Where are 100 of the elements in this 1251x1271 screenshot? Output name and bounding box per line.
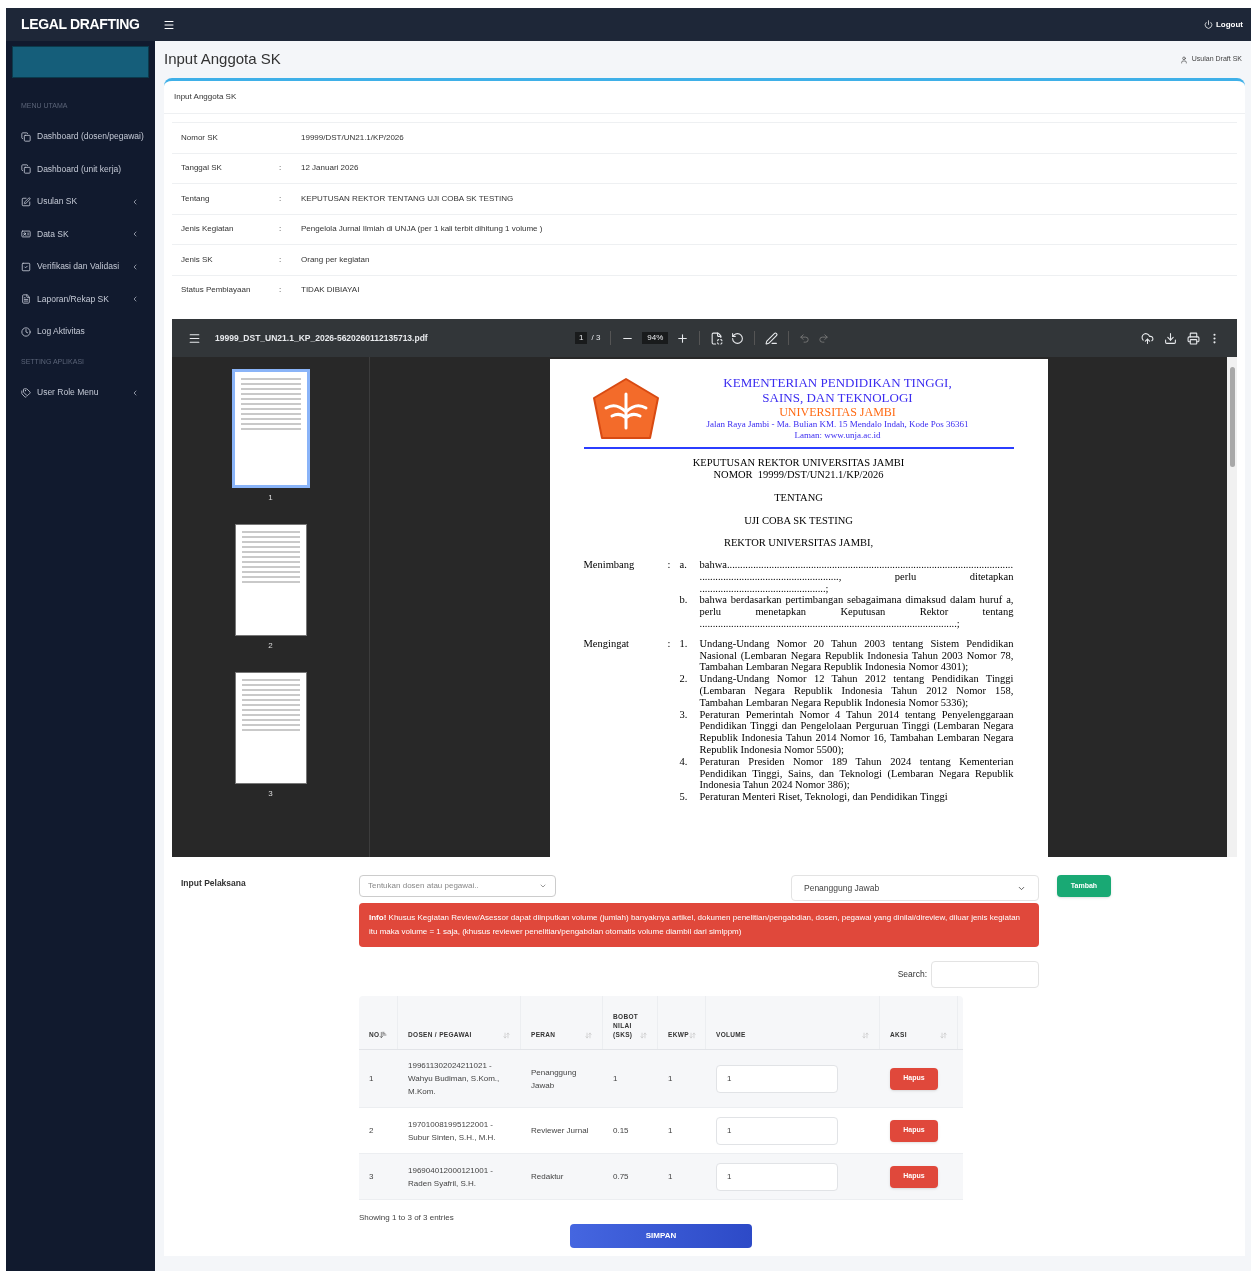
letterhead-title: KEMENTERIAN PENDIDIKAN TINGGI, bbox=[723, 375, 952, 390]
info-separator: : bbox=[279, 192, 283, 205]
clause-text: bahwa berdasarkan pertimbangan sebagaimana dimaksud dalam huruf a, perlu menetapkan Keputusan Rektor tentang ..................................................................................................; bbox=[699, 594, 1014, 630]
sidebar-item[interactable]: Laporan/Rekap SK bbox=[6, 283, 155, 316]
table-cell-text: 0.15 bbox=[612, 1124, 630, 1137]
sidebar-item[interactable]: Data SK bbox=[6, 218, 155, 251]
clause-text: Peraturan Pemerintah Nomor 4 Tahun 2014 tentang Penyelenggaraan Pendidikan Tinggi dan Pengelolaan Perguruan Tinggi (Lembaran Negara Republik Indonesia Tahun 2014 Nomor 16, Tambahan Lembaran Negara Republik Indonesia Nomor 5500); bbox=[699, 708, 1014, 756]
info-value: 12 Januari 2026 bbox=[301, 162, 359, 175]
clause-separator: : bbox=[667, 559, 672, 572]
letterhead-website: Laman: www.unja.ac.id bbox=[794, 430, 881, 441]
clause-label: Menimbang bbox=[583, 559, 636, 572]
sidebar-item[interactable]: Log Aktivitas bbox=[6, 315, 155, 348]
info-value: TIDAK DIBIAYAI bbox=[301, 284, 360, 297]
clause-text: Undang-Undang Nomor 20 Tahun 2003 tentang Sistem Pendidikan Nasional (Lembaran Negara Republik Indonesia Tahun 2003 Nomor 78, Tambahan Lembaran Negara Republik Indonesia Nomor 4301); bbox=[699, 637, 1014, 674]
page-thumbnail[interactable] bbox=[234, 672, 307, 784]
clause-text: Undang-Undang Nomor 12 Tahun 2012 tentang Pendidikan Tinggi (Lembaran Negara Republik Indonesia Tahun 2012 Nomor 158, Tambahan Lembaran Negara Republik Indonesia Nomor 5336); bbox=[699, 673, 1014, 709]
clause-label: Mengingat bbox=[583, 637, 630, 651]
page-number-field[interactable]: 1 bbox=[575, 332, 588, 344]
letterhead-address: Jalan Raya Jambi - Ma. Bulian KM. 15 Mendalo Indah, Kode Pos 36361 bbox=[706, 419, 969, 430]
volume-field[interactable]: 1 bbox=[716, 1162, 838, 1191]
info-label: Tentang bbox=[180, 192, 211, 205]
info-value: Orang per kegiatan bbox=[301, 253, 370, 266]
clause-separator: : bbox=[667, 637, 672, 651]
clause-marker: b. bbox=[679, 594, 689, 608]
sidebar-item[interactable]: Dashboard (unit kerja) bbox=[6, 153, 155, 186]
scrollbar[interactable] bbox=[1227, 357, 1237, 857]
zoom-field[interactable]: 94% bbox=[642, 332, 669, 344]
table-cell-text: 1 bbox=[667, 1072, 674, 1085]
table-cell-text: Penanggung Jawab bbox=[530, 1066, 578, 1092]
person-select[interactable]: Tentukan dosen atau pegawai.. bbox=[359, 875, 556, 897]
card-title: Input Anggota SK bbox=[174, 91, 237, 103]
dropdown-icon bbox=[539, 882, 547, 890]
zoom-in-icon[interactable] bbox=[676, 331, 690, 345]
clause-text: bahwa.................................................................................................................................................................., perlu ditetapkan ................................................; bbox=[699, 559, 1014, 595]
table-cell-text: 2 bbox=[368, 1124, 375, 1137]
sort-ascending-icon[interactable] bbox=[379, 1031, 388, 1039]
info-value: 19999/DST/UN21.1/KP/2026 bbox=[301, 131, 404, 144]
clause-marker: 5. bbox=[679, 791, 689, 803]
table-cell-text: 0.75 bbox=[612, 1170, 630, 1183]
fit-page-icon[interactable] bbox=[710, 331, 724, 345]
table-cell-text: 1 bbox=[612, 1072, 619, 1085]
table-footer-info: Showing 1 to 3 of 3 entries bbox=[359, 1212, 455, 1224]
clause-marker: 1. bbox=[679, 637, 689, 651]
page-thumbnail[interactable] bbox=[231, 369, 310, 488]
search-label: Search: bbox=[897, 968, 927, 981]
info-label: Jenis SK bbox=[180, 253, 214, 266]
info-label: Jenis Kegiatan bbox=[180, 223, 235, 236]
table-cell-text: 196904012000121001 - Raden Syafril, S.H. bbox=[407, 1164, 494, 1190]
page-title: Input Anggota SK bbox=[164, 49, 281, 70]
thumbnail-number: 2 bbox=[268, 640, 273, 652]
section-label: Input Pelaksana bbox=[181, 877, 247, 890]
brand-title: LEGAL DRAFTING bbox=[21, 15, 140, 34]
download-icon[interactable] bbox=[1164, 331, 1177, 345]
letterhead-title: SAINS, DAN TEKNOLOGI bbox=[762, 390, 913, 405]
table-cell-text: Reviewer Jurnal bbox=[530, 1125, 590, 1137]
clause-marker: 4. bbox=[679, 755, 689, 769]
table-cell-text: Redaktur bbox=[530, 1171, 565, 1183]
logout-link[interactable]: Logout bbox=[1203, 18, 1243, 31]
clause-marker: 2. bbox=[679, 673, 689, 687]
clause-marker: 3. bbox=[679, 708, 689, 722]
search-field[interactable] bbox=[931, 961, 1039, 988]
role-select[interactable]: Penanggung Jawab bbox=[791, 875, 1039, 901]
sidebar-item[interactable]: Verifikasi dan Validasi bbox=[6, 250, 155, 283]
info-label: Nomor SK bbox=[180, 131, 219, 144]
cloud-upload-icon[interactable] bbox=[1141, 331, 1154, 345]
page-count: / 3 bbox=[591, 332, 601, 344]
decree-title: NOMOR 19999/DST/UN21.1/KP/2026 bbox=[713, 469, 884, 481]
page-thumbnail[interactable] bbox=[234, 524, 307, 636]
rotate-icon[interactable] bbox=[731, 331, 745, 345]
clause-text: Peraturan Presiden Nomor 189 Tahun 2024 tentang Kementerian Pendidikan Tinggi, Sains, dan Teknologi (Lembaran Negara Republik Indonesia Tahun 2024 Nomor 386); bbox=[699, 755, 1014, 792]
sidebar-item[interactable]: User Role Menu bbox=[6, 376, 155, 409]
thumbnail-number: 1 bbox=[268, 492, 273, 504]
sidebar-item[interactable]: Usulan SK bbox=[6, 185, 155, 218]
decree-authority: REKTOR UNIVERSITAS JAMBI, bbox=[723, 537, 874, 549]
info-label: Tanggal SK bbox=[180, 162, 223, 175]
volume-field[interactable]: 1 bbox=[716, 1064, 838, 1093]
thumbnail-number: 3 bbox=[268, 788, 273, 800]
info-separator: : bbox=[279, 253, 283, 266]
decree-heading: TENTANG bbox=[774, 492, 823, 504]
info-alert: Info! Khusus Kegiatan Review/Asessor dapat diinputkan volume (jumlah) banyaknya artikel, dokumen penelitian/pengabdian, dosen, pegawai yang dinilai/direview, diluar jenis kegiatan itu maka volume = 1 saja, (khusus reviewer penelitian/pengabdian otomatis volume diambil dari simlppm) bbox=[359, 903, 1039, 947]
redo-icon[interactable] bbox=[818, 332, 830, 344]
decree-title: KEPUTUSAN REKTOR UNIVERSITAS JAMBI bbox=[692, 457, 905, 469]
info-value: KEPUTUSAN REKTOR TENTANG UJI COBA SK TESTING bbox=[301, 192, 514, 205]
save-button[interactable]: SIMPAN bbox=[570, 1224, 752, 1248]
pen-icon[interactable] bbox=[765, 331, 779, 345]
table-cell-text: 1 bbox=[667, 1124, 674, 1137]
print-icon[interactable] bbox=[1187, 331, 1200, 345]
clause-marker: a. bbox=[679, 559, 688, 572]
sidebar-item[interactable]: Dashboard (dosen/pegawai) bbox=[6, 120, 155, 153]
table-cell-text: 199611302024211021 - Wahyu Budiman, S.Kom., M.Kom. bbox=[407, 1060, 501, 1098]
table-cell-text: 197010081995122001 - Subur Sinten, S.H., M.H. bbox=[407, 1118, 497, 1144]
info-separator: : bbox=[279, 162, 283, 175]
info-separator: : bbox=[279, 284, 283, 297]
volume-field[interactable]: 1 bbox=[716, 1116, 838, 1145]
decree-subject: UJI COBA SK TESTING bbox=[744, 515, 853, 527]
info-value: Pengelola Jurnal Ilmiah di UNJA (per 1 kali terbit dihitung 1 volume ) bbox=[301, 223, 543, 236]
table-cell-text: 1 bbox=[667, 1170, 674, 1183]
table-cell-text: 3 bbox=[368, 1170, 375, 1183]
user-icon bbox=[1179, 55, 1188, 64]
undo-icon[interactable] bbox=[799, 332, 811, 344]
